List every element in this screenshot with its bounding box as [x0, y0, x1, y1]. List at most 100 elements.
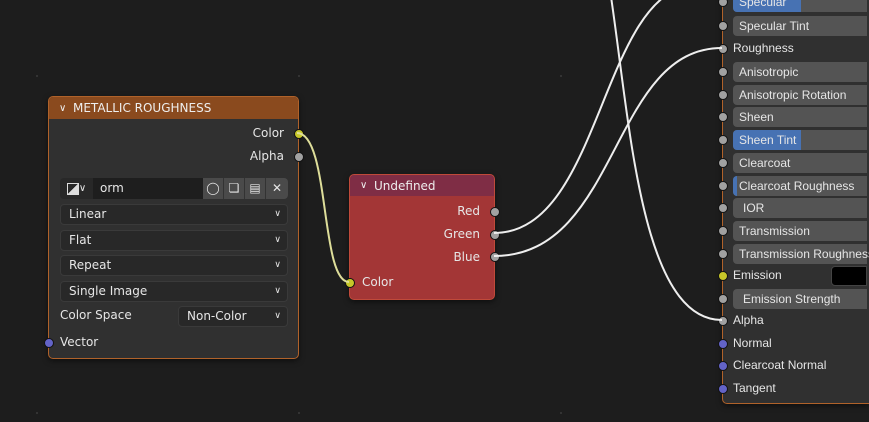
roughness-label: Roughness [733, 41, 794, 55]
chevron-down-icon: ∨ [274, 311, 281, 321]
output-red-label: Red [457, 204, 480, 218]
input-normal-socket[interactable] [718, 339, 728, 349]
clearcoat-label: Clearcoat [739, 156, 791, 170]
link-color-to-color [296, 132, 350, 283]
input-anisotropic-rotation-socket[interactable] [718, 90, 728, 100]
source-dropdown[interactable]: Single Image ∨ [60, 281, 288, 302]
color-space-label: Color Space [60, 308, 132, 322]
link-to-alpha [610, 0, 723, 321]
emission-label: Emission [733, 268, 782, 282]
grid-dot [560, 75, 562, 77]
fake-user-button[interactable]: ◯ [203, 178, 224, 199]
input-clearcoat-roughness-socket[interactable] [718, 181, 728, 191]
transmission-roughness-label: Transmission Roughness [739, 247, 869, 261]
shield-icon: ◯ [206, 181, 220, 195]
input-transmission-socket[interactable] [718, 226, 728, 236]
clearcoat-normal-label: Clearcoat Normal [733, 358, 827, 372]
collapse-chevron-icon[interactable]: ∨ [360, 180, 372, 191]
emission-strength-slider[interactable]: Emission Strength [733, 289, 867, 309]
link-blue-to-roughness [493, 47, 723, 257]
output-alpha-socket[interactable] [294, 152, 304, 162]
output-color-label: Color [252, 126, 284, 140]
anisotropic-slider[interactable]: Anisotropic [733, 62, 867, 82]
specular-slider[interactable]: Specular [733, 0, 867, 12]
input-vector-socket[interactable] [44, 338, 54, 348]
projection-dropdown[interactable]: Flat ∨ [60, 230, 288, 251]
grid-dot [560, 412, 562, 414]
extension-value: Repeat [69, 258, 112, 272]
principled-bsdf-node[interactable]: Specular Specular Tint Roughness Anisotropi… [718, 0, 869, 404]
extension-dropdown[interactable]: Repeat ∨ [60, 255, 288, 276]
output-color-socket[interactable] [294, 129, 304, 139]
sheen-tint-label: Sheen Tint [739, 133, 797, 147]
alpha-label: Alpha [733, 313, 764, 327]
sheen-slider[interactable]: Sheen [733, 107, 867, 127]
output-green-socket[interactable] [490, 230, 500, 240]
input-roughness-socket[interactable] [718, 44, 728, 54]
grid-dot [298, 75, 300, 77]
unlink-image-button[interactable]: ✕ [266, 178, 288, 199]
grid-dot [36, 75, 38, 77]
input-anisotropic-socket[interactable] [718, 67, 728, 77]
image-selector: ∨ orm ◯ ❏ ▤ ✕ [60, 178, 288, 199]
transmission-slider[interactable]: Transmission [733, 221, 867, 241]
specular-tint-label: Specular Tint [739, 19, 810, 33]
output-alpha-label: Alpha [249, 149, 284, 163]
input-transmission-roughness-socket[interactable] [718, 249, 728, 259]
separate-rgb-node[interactable]: ∨ Undefined Red Green Blue Color [345, 174, 500, 300]
input-emission-socket[interactable] [718, 271, 728, 281]
input-specular-tint-socket[interactable] [718, 21, 728, 31]
output-blue-label: Blue [453, 250, 480, 264]
anisotropic-rotation-label: Anisotropic Rotation [739, 88, 847, 102]
color-space-dropdown[interactable]: Non-Color ∨ [178, 306, 288, 327]
input-clearcoat-socket[interactable] [718, 158, 728, 168]
image-texture-node[interactable]: ∨ METALLIC ROUGHNESS Color Alpha ∨ orm ◯… [44, 96, 304, 359]
transmission-roughness-slider[interactable]: Transmission Roughness [733, 244, 869, 264]
emission-strength-label: Emission Strength [743, 292, 841, 306]
grid-dot [298, 412, 300, 414]
input-ior-socket[interactable] [718, 203, 728, 213]
ior-slider[interactable]: IOR [733, 198, 867, 218]
node-header[interactable]: ∨ Undefined [350, 175, 494, 196]
input-tangent-socket[interactable] [718, 384, 728, 394]
folder-icon: ▤ [249, 181, 261, 195]
output-blue-socket[interactable] [490, 252, 500, 262]
grid-dot [36, 412, 38, 414]
chevron-down-icon: ∨ [274, 235, 281, 245]
ior-label: IOR [743, 201, 765, 215]
input-clearcoat-normal-socket[interactable] [718, 361, 728, 371]
clearcoat-roughness-label: Clearcoat Roughness [739, 179, 855, 193]
input-sheen-socket[interactable] [718, 112, 728, 122]
duplicate-image-button[interactable]: ❏ [224, 178, 245, 199]
emission-color-swatch[interactable] [831, 266, 867, 286]
clearcoat-slider[interactable]: Clearcoat [733, 153, 867, 173]
color-space-value: Non-Color [187, 309, 247, 323]
collapse-chevron-icon[interactable]: ∨ [59, 103, 71, 114]
interpolation-dropdown[interactable]: Linear ∨ [60, 204, 288, 225]
input-alpha-socket[interactable] [718, 316, 728, 326]
input-emission-strength-socket[interactable] [718, 294, 728, 304]
projection-value: Flat [69, 233, 92, 247]
link-green-to-metallic [493, 0, 663, 234]
image-browse-button[interactable]: ∨ [60, 178, 93, 199]
clearcoat-roughness-slider[interactable]: Clearcoat Roughness [733, 176, 867, 196]
input-sheen-tint-socket[interactable] [718, 135, 728, 145]
anisotropic-rotation-slider[interactable]: Anisotropic Rotation [733, 85, 867, 105]
chevron-down-icon: ∨ [274, 260, 281, 270]
transmission-label: Transmission [739, 224, 810, 238]
chevron-down-icon: ∨ [78, 183, 87, 194]
close-icon: ✕ [271, 181, 283, 195]
input-color-socket[interactable] [345, 278, 355, 288]
node-title: METALLIC ROUGHNESS [73, 101, 212, 115]
sheen-label: Sheen [739, 110, 774, 124]
node-title: Undefined [374, 178, 436, 193]
sheen-tint-slider[interactable]: Sheen Tint [733, 130, 867, 150]
output-red-socket[interactable] [490, 207, 500, 217]
chevron-down-icon: ∨ [274, 209, 281, 219]
open-image-button[interactable]: ▤ [245, 178, 266, 199]
specular-tint-slider[interactable]: Specular Tint [733, 16, 867, 36]
image-name-field[interactable]: orm [93, 178, 203, 199]
input-specular-socket[interactable] [718, 0, 728, 7]
node-header[interactable]: ∨ METALLIC ROUGHNESS [49, 97, 298, 119]
tangent-label: Tangent [733, 381, 776, 395]
